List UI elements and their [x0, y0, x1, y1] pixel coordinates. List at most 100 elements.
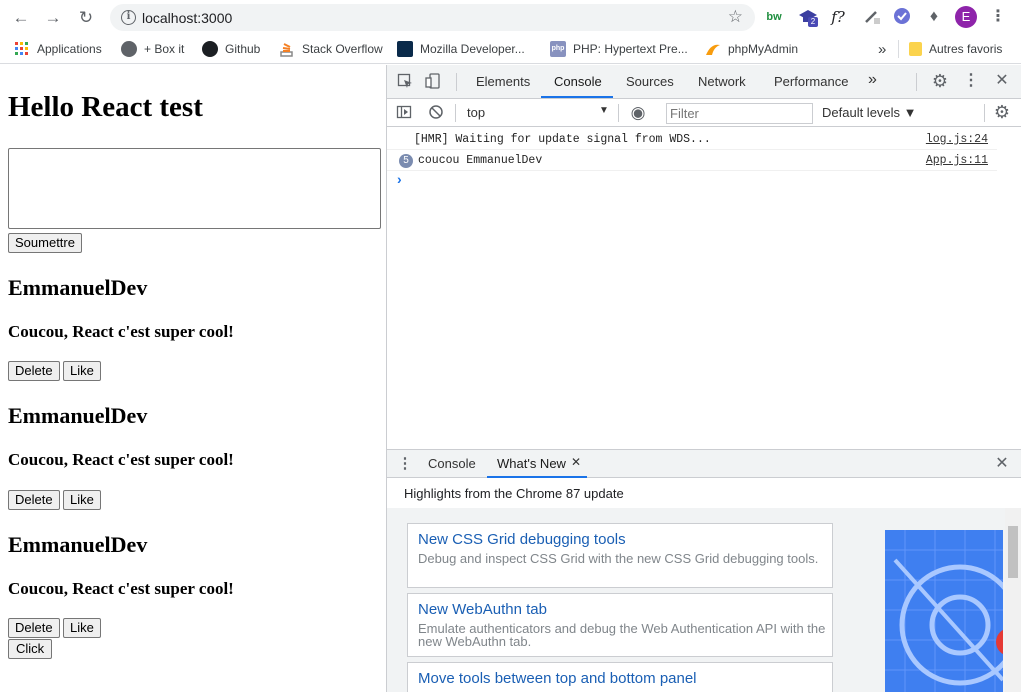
forward-arrow-icon[interactable]: →	[42, 7, 64, 29]
browser-menu-icon[interactable]: ⋮	[990, 7, 1006, 27]
tab-separator	[916, 73, 917, 91]
bookmark-star-icon[interactable]: ☆	[728, 7, 743, 27]
delete-button[interactable]: Delete	[8, 618, 60, 638]
bookmarks-bar: Applications + Box it Github Stack Overf…	[0, 35, 1021, 64]
bookmark-php[interactable]: php PHP: Hypertext Pre...	[550, 41, 688, 57]
bookmark-box-it[interactable]: + Box it	[121, 41, 184, 57]
url-text[interactable]: localhost:3000	[142, 10, 232, 26]
bookmark-phpmyadmin[interactable]: phpMyAdmin	[705, 41, 798, 57]
bookmark-stack-overflow[interactable]: Stack Overflow	[279, 41, 383, 57]
chevron-down-icon[interactable]: ▼	[599, 105, 609, 116]
card-title[interactable]: New WebAuthn tab	[418, 601, 547, 618]
bitwarden-extension-icon[interactable]: bw	[766, 7, 782, 27]
tab-console[interactable]: Console	[554, 74, 602, 89]
close-devtools-icon[interactable]: ✕	[993, 72, 1011, 90]
card-description: Emulate authenticators and debug the Web…	[418, 621, 826, 649]
console-settings-gear-icon[interactable]: ⚙	[993, 103, 1011, 121]
apps-grid-icon	[14, 41, 30, 57]
log-source-link[interactable]: log.js:24	[926, 133, 988, 146]
whats-new-content: New CSS Grid debugging tools Debug and i…	[387, 508, 1021, 692]
tab-sources[interactable]: Sources	[626, 74, 674, 89]
toolbar-separator	[984, 104, 985, 122]
inspect-element-icon[interactable]	[396, 73, 414, 94]
scrollbar-thumb[interactable]	[1008, 526, 1018, 578]
log-levels-dropdown[interactable]: Default levels ▼	[822, 105, 917, 120]
like-button[interactable]: Like	[63, 618, 101, 638]
chrome-87-promo-image	[885, 530, 1003, 692]
folder-icon	[909, 42, 922, 56]
log-message: [HMR] Waiting for update signal from WDS…	[414, 133, 711, 146]
console-filter-input[interactable]	[666, 103, 813, 124]
tab-elements[interactable]: Elements	[476, 74, 530, 89]
whats-new-card[interactable]: New CSS Grid debugging tools Debug and i…	[407, 523, 833, 588]
function-extension-icon[interactable]: f?	[828, 7, 848, 27]
mozilla-icon	[397, 41, 413, 57]
click-button[interactable]: Click	[8, 639, 53, 659]
console-toolbar: top ▼ ◉ Default levels ▼ ⚙	[387, 99, 1021, 127]
site-info-icon[interactable]: i	[121, 10, 136, 25]
card-title[interactable]: New CSS Grid debugging tools	[418, 531, 626, 548]
like-button[interactable]: Like	[63, 490, 101, 510]
eyedropper-extension-icon[interactable]	[862, 7, 882, 27]
whats-new-card[interactable]: Move tools between top and bottom panel	[407, 662, 833, 692]
bookmark-github[interactable]: Github	[202, 41, 260, 57]
bookmark-label: PHP: Hypertext Pre...	[573, 42, 688, 56]
bookmark-label: Stack Overflow	[302, 42, 383, 56]
submit-button[interactable]: Soumettre	[8, 233, 82, 253]
post-message: Coucou, React c'est super cool!	[8, 450, 234, 469]
drawer-tab-console[interactable]: Console	[428, 456, 476, 471]
bookmark-label: phpMyAdmin	[728, 42, 799, 56]
reload-icon[interactable]: ↻	[75, 7, 97, 29]
context-selector[interactable]: top	[467, 105, 485, 120]
post-message: Coucou, React c'est super cool!	[8, 322, 234, 341]
card-title[interactable]: Move tools between top and bottom panel	[418, 670, 697, 687]
graduation-cap-extension-icon[interactable]: 2	[797, 7, 819, 27]
card-description: Debug and inspect CSS Grid with the new …	[418, 551, 819, 566]
more-tabs-chevron-icon[interactable]: »	[868, 71, 877, 89]
live-expression-eye-icon[interactable]: ◉	[628, 104, 648, 122]
extensions-puzzle-icon[interactable]: ♦	[925, 7, 943, 27]
address-bar[interactable]: i localhost:3000 ☆	[110, 4, 755, 31]
bookmark-applications[interactable]: Applications	[14, 41, 102, 57]
github-icon	[202, 41, 218, 57]
devtools-menu-icon[interactable]: ⋮	[962, 72, 980, 90]
like-button[interactable]: Like	[63, 361, 101, 381]
post-author: EmmanuelDev	[8, 275, 148, 300]
page-title: Hello React test	[8, 91, 203, 123]
check-circle-extension-icon[interactable]	[893, 7, 911, 27]
sidebar-toggle-icon[interactable]	[395, 104, 413, 125]
clear-console-icon[interactable]	[427, 104, 445, 125]
close-tab-icon[interactable]: ✕	[571, 455, 581, 469]
bookmark-mozilla[interactable]: Mozilla Developer...	[397, 41, 525, 57]
stackoverflow-icon	[279, 41, 295, 57]
react-app-page: Hello React test Soumettre EmmanuelDev C…	[0, 65, 386, 692]
delete-button[interactable]: Delete	[8, 490, 60, 510]
tab-network[interactable]: Network	[698, 74, 746, 89]
console-log-row: [HMR] Waiting for update signal from WDS…	[387, 129, 997, 150]
more-bookmarks-chevron[interactable]: »	[878, 41, 886, 58]
log-source-link[interactable]: App.js:11	[926, 154, 988, 167]
drawer-scrollbar[interactable]	[1005, 508, 1021, 692]
post-author: EmmanuelDev	[8, 532, 148, 557]
whats-new-heading: Highlights from the Chrome 87 update	[404, 486, 624, 501]
profile-avatar[interactable]: E	[955, 6, 977, 28]
close-drawer-icon[interactable]: ✕	[993, 455, 1011, 473]
post-message: Coucou, React c'est super cool!	[8, 579, 234, 598]
bookmark-other-favorites[interactable]: Autres favoris	[909, 41, 1002, 57]
php-icon: php	[550, 41, 566, 57]
active-tab-indicator	[541, 96, 613, 98]
settings-gear-icon[interactable]: ⚙	[931, 72, 949, 90]
back-arrow-icon[interactable]: ←	[10, 7, 32, 29]
device-toolbar-icon[interactable]	[424, 73, 442, 94]
whats-new-card[interactable]: New WebAuthn tab Emulate authenticators …	[407, 593, 833, 657]
delete-button[interactable]: Delete	[8, 361, 60, 381]
bookmark-label: Autres favoris	[929, 42, 1003, 56]
log-message: coucou EmmanuelDev	[418, 154, 543, 167]
tab-performance[interactable]: Performance	[774, 74, 848, 89]
extension-badge: 2	[808, 17, 818, 27]
drawer-menu-icon[interactable]: ⋮	[397, 455, 413, 473]
message-textarea[interactable]	[8, 148, 381, 229]
toolbar-separator	[455, 104, 456, 122]
drawer-tab-whats-new[interactable]: What's New	[497, 456, 566, 471]
console-prompt[interactable]: ›	[397, 171, 402, 187]
